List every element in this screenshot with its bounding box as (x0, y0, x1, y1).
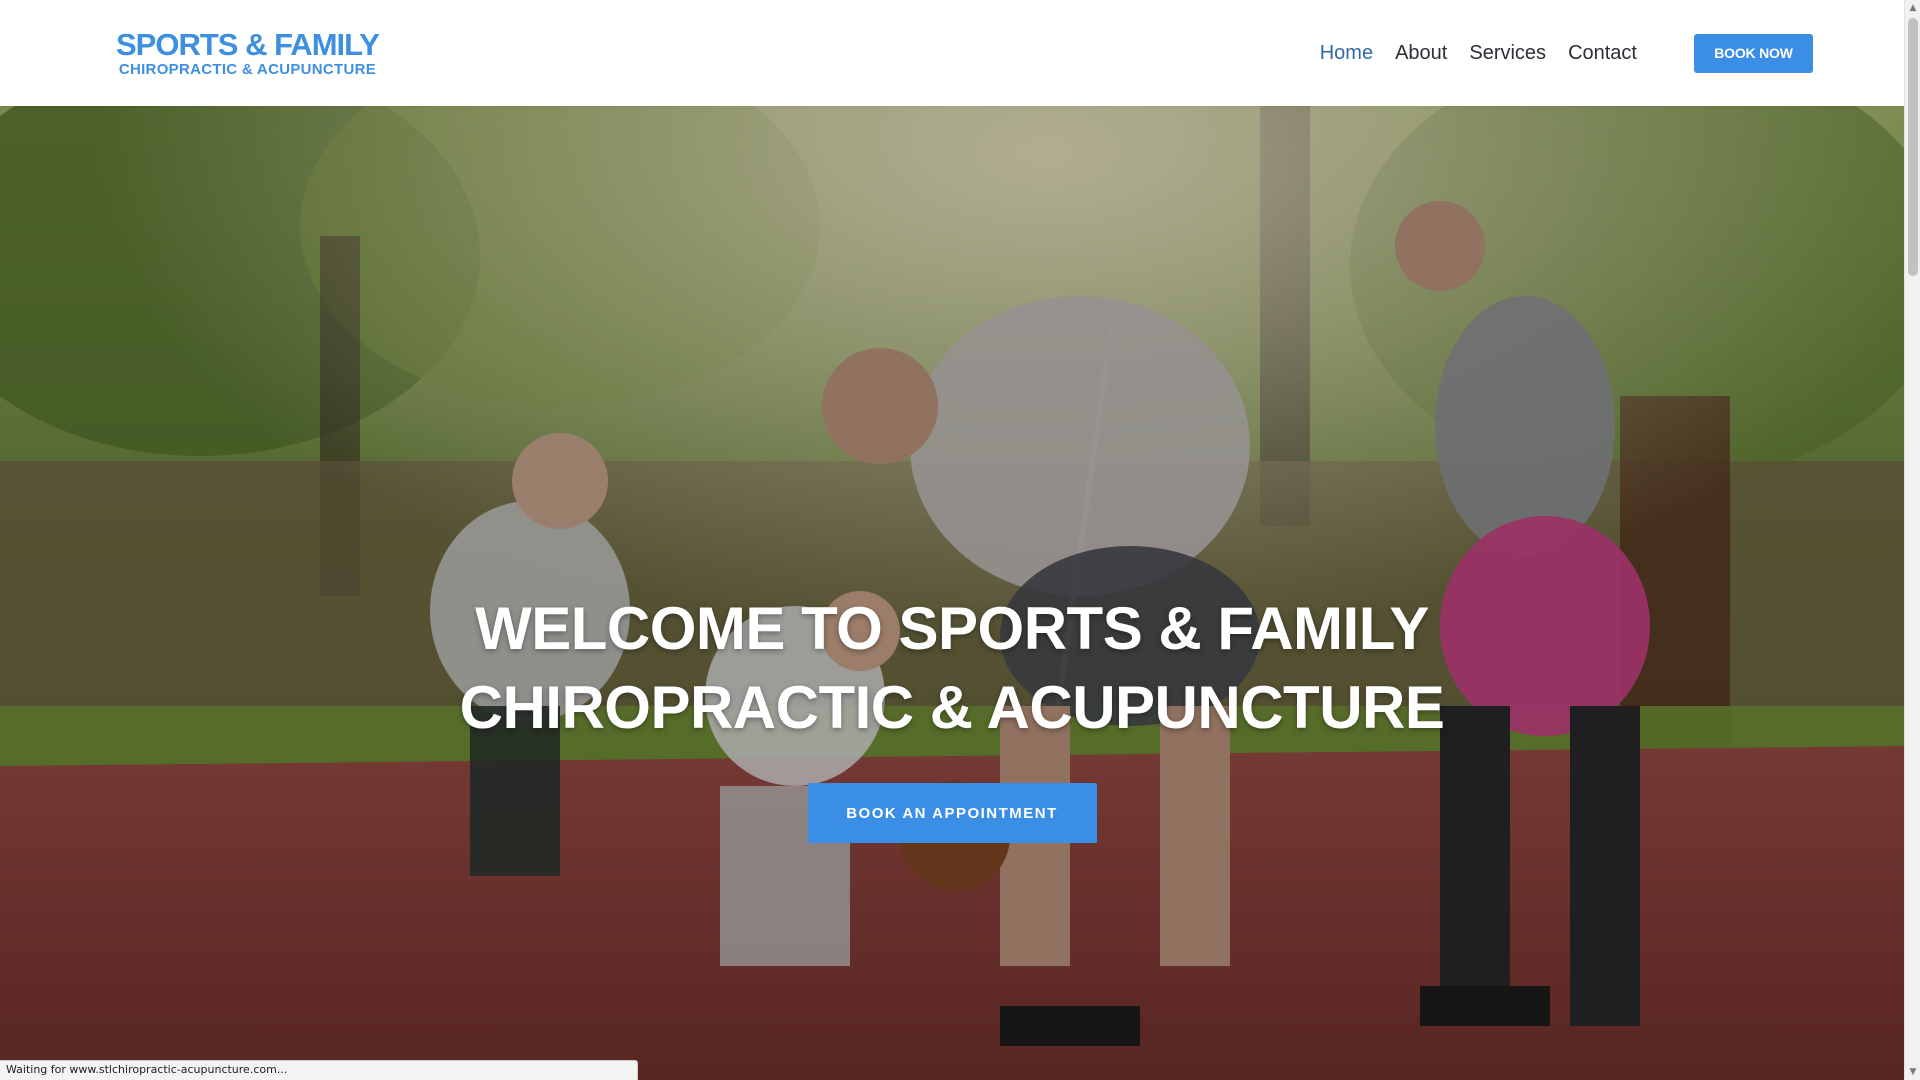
web-page: SPORTS & FAMILY CHIROPRACTIC & ACUPUNCTU… (0, 0, 1920, 1080)
nav-about[interactable]: About (1395, 42, 1447, 65)
hero-title-line1: WELCOME TO SPORTS & FAMILY (475, 595, 1429, 662)
logo-title: SPORTS & FAMILY (116, 27, 380, 62)
book-now-button[interactable]: BOOK NOW (1694, 33, 1813, 73)
nav-contact[interactable]: Contact (1568, 42, 1637, 65)
main-nav: Home About Services Contact BOOK NOW (1320, 33, 1813, 73)
hero-title-line2: CHIROPRACTIC & ACUPUNCTURE (459, 674, 1445, 741)
nav-home[interactable]: Home (1320, 42, 1373, 65)
vertical-scrollbar[interactable]: ▲ ▼ (1904, 0, 1920, 1080)
site-header: SPORTS & FAMILY CHIROPRACTIC & ACUPUNCTU… (0, 0, 1904, 106)
chevron-down-icon[interactable]: ▼ (1905, 1064, 1920, 1080)
chevron-up-icon[interactable]: ▲ (1905, 0, 1920, 16)
site-logo[interactable]: SPORTS & FAMILY CHIROPRACTIC & ACUPUNCTU… (116, 27, 380, 78)
scrollbar-thumb[interactable] (1908, 18, 1918, 276)
hero-title: WELCOME TO SPORTS & FAMILY CHIROPRACTIC … (0, 589, 1904, 747)
browser-status-bar: Waiting for www.stlchiropractic-acupunct… (0, 1060, 638, 1080)
hero-content: WELCOME TO SPORTS & FAMILY CHIROPRACTIC … (0, 589, 1904, 843)
nav-services[interactable]: Services (1469, 42, 1546, 65)
book-appointment-button[interactable]: BOOK AN APPOINTMENT (807, 783, 1097, 843)
hero-section: WELCOME TO SPORTS & FAMILY CHIROPRACTIC … (0, 106, 1904, 1080)
logo-subtitle: CHIROPRACTIC & ACUPUNCTURE (118, 61, 377, 78)
